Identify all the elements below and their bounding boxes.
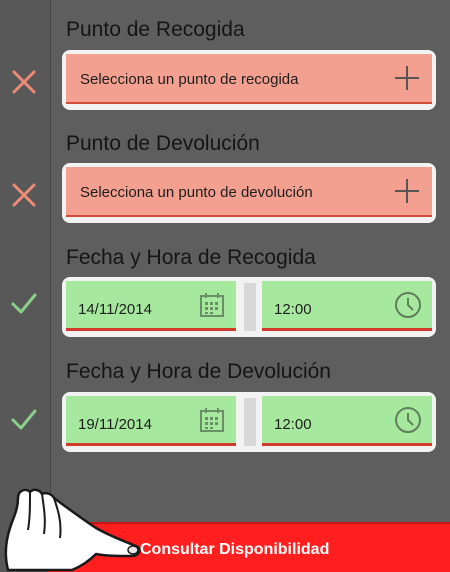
check-icon xyxy=(11,409,37,430)
x-icon xyxy=(12,183,36,207)
return-time-value: 12:00 xyxy=(274,416,312,433)
check-availability-button[interactable]: Consultar Disponibilidad xyxy=(48,522,450,572)
pickup-date-field[interactable]: 14/11/2014 xyxy=(66,281,236,331)
pickup-point-placeholder: Selecciona un punto de recogida xyxy=(80,71,299,88)
clock-icon[interactable] xyxy=(394,406,422,434)
pickup-datetime-row: 14/11/2014 12:00 xyxy=(62,277,436,337)
check-icon xyxy=(11,293,37,314)
check-availability-label: Consultar Disponibilidad xyxy=(140,541,330,558)
return-point-select[interactable]: Selecciona un punto de devolución xyxy=(66,167,432,217)
return-datetime-title: Fecha y Hora de Devolución xyxy=(66,360,331,383)
pickup-point-title: Punto de Recogida xyxy=(66,18,245,41)
pickup-date-value: 14/11/2014 xyxy=(78,301,152,318)
return-time-field[interactable]: 12:00 xyxy=(262,396,432,446)
plus-icon[interactable] xyxy=(394,65,420,91)
return-point-field[interactable]: Selecciona un punto de devolución xyxy=(62,163,436,223)
calendar-icon[interactable] xyxy=(200,407,224,433)
x-icon xyxy=(12,70,36,94)
divider xyxy=(244,398,256,446)
divider xyxy=(244,283,256,331)
return-date-value: 19/11/2014 xyxy=(78,416,152,433)
calendar-icon[interactable] xyxy=(200,292,224,318)
return-point-placeholder: Selecciona un punto de devolución xyxy=(80,184,313,201)
pickup-point-select[interactable]: Selecciona un punto de recogida xyxy=(66,54,432,104)
clock-icon[interactable] xyxy=(394,291,422,319)
pickup-point-field[interactable]: Selecciona un punto de recogida xyxy=(62,50,436,110)
pickup-time-field[interactable]: 12:00 xyxy=(262,281,432,331)
return-point-title: Punto de Devolución xyxy=(66,132,260,155)
return-datetime-row: 19/11/2014 12:00 xyxy=(62,392,436,452)
plus-icon[interactable] xyxy=(394,178,420,204)
pickup-time-value: 12:00 xyxy=(274,301,312,318)
pickup-datetime-title: Fecha y Hora de Recogida xyxy=(66,246,316,269)
return-date-field[interactable]: 19/11/2014 xyxy=(66,396,236,446)
